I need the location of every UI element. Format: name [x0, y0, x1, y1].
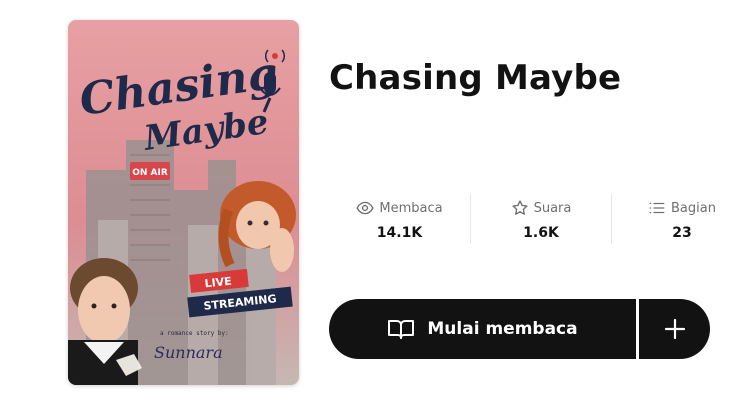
stat-reads-value: 14.1K: [376, 225, 423, 241]
stat-parts: Bagian 23: [610, 194, 752, 244]
svg-text:a romance story by:: a romance story by:: [160, 330, 229, 337]
stat-votes-label: Suara: [533, 200, 572, 216]
stat-votes-value: 1.6K: [523, 225, 559, 241]
book-open-icon: [388, 320, 415, 339]
eye-icon: [356, 201, 375, 215]
cover-illustration: ON AIR Chasing Maybe LIVE STREAMING a ro…: [68, 20, 299, 385]
story-stats: Membaca 14.1K Suara 1.6K Bagian 23: [329, 194, 752, 258]
start-reading-button[interactable]: Mulai membaca: [329, 299, 636, 359]
stat-reads: Membaca 14.1K: [329, 194, 470, 244]
list-icon: [649, 202, 665, 214]
stat-parts-label: Bagian: [671, 200, 716, 216]
story-header: ON AIR Chasing Maybe LIVE STREAMING a ro…: [0, 0, 752, 402]
stat-reads-label: Membaca: [379, 200, 443, 216]
star-icon: [512, 200, 528, 215]
story-title: Chasing Maybe: [329, 58, 622, 98]
svg-text:Sunnara: Sunnara: [154, 343, 223, 362]
plus-icon: [664, 318, 685, 340]
start-reading-label: Mulai membaca: [427, 319, 578, 339]
svg-text:ON AIR: ON AIR: [132, 168, 168, 178]
stat-parts-value: 23: [672, 225, 692, 241]
stat-votes: Suara 1.6K: [469, 194, 611, 244]
book-cover[interactable]: ON AIR Chasing Maybe LIVE STREAMING a ro…: [68, 20, 299, 385]
add-to-library-button[interactable]: [639, 299, 710, 359]
